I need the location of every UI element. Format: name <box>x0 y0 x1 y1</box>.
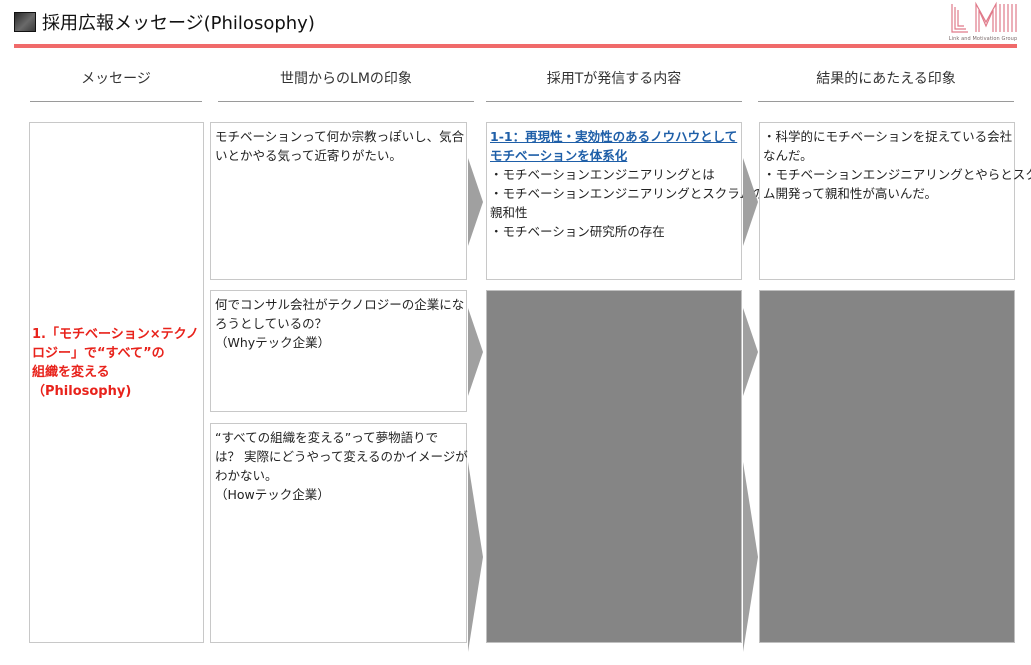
column-header-result-impression: 結果的にあたえる印象 <box>816 71 956 87</box>
logo-caption: Link and Motivation Group <box>948 36 1018 42</box>
impression-line: いとかやる気って近寄りがたい。 <box>215 148 402 163</box>
result-line: ・モチベーションエンジニアリングとやらとスクラ <box>763 167 1031 182</box>
content-heading-line[interactable]: モチベーションを体系化 <box>490 146 764 165</box>
content-placeholder <box>486 290 742 643</box>
column-header-message: メッセージ <box>81 71 151 87</box>
column-underline <box>486 101 742 102</box>
result-box-1: ・科学的にモチベーションを捉えている会社 なんだ。 ・モチベーションエンジニアリ… <box>759 122 1031 280</box>
column-header-recruit-content: 採用Tが発信する内容 <box>546 71 682 87</box>
result-placeholder <box>759 290 1015 643</box>
arrow-right-icon <box>468 158 483 246</box>
arrow-right-icon <box>468 308 483 396</box>
impression-line: （Howテック企業） <box>215 487 330 502</box>
page-title: 採用広報メッセージ(Philosophy) <box>42 13 315 34</box>
impression-line: わかない。 <box>215 468 278 483</box>
result-line: なんだ。 <box>763 148 813 163</box>
content-box-1: 1-1：再現性・実効性のあるノウハウとして モチベーションを体系化 ・モチベーシ… <box>486 122 764 280</box>
result-line: ム開発って親和性が高いんだ。 <box>763 186 938 201</box>
impression-box-2: 何でコンサル会社がテクノロジーの企業にな ろうとしているの？ （Whyテック企業… <box>210 290 467 412</box>
impression-line: “すべての組織を変える”って夢物語りで <box>215 430 439 445</box>
column-underline <box>218 101 474 102</box>
message-line: 組織を変える <box>32 365 110 380</box>
header-divider <box>14 44 1017 48</box>
arrow-right-icon <box>468 462 483 652</box>
impression-line: モチベーションって何か宗教っぽいし、気合 <box>215 129 465 144</box>
impression-box-1: モチベーションって何か宗教っぽいし、気合 いとかやる気って近寄りがたい。 <box>210 122 467 280</box>
impression-line: （Whyテック企業） <box>215 335 331 350</box>
title-bullet-icon <box>14 12 36 32</box>
arrow-right-icon <box>743 308 758 396</box>
message-text: 1.「モチベーション×テクノ ロジー」で“すべて”の 組織を変える （Philo… <box>32 325 202 401</box>
result-line: ・科学的にモチベーションを捉えている会社 <box>763 129 1013 144</box>
content-item: ・モチベーション研究所の存在 <box>490 224 665 239</box>
message-line: 1.「モチベーション×テクノ <box>32 327 199 342</box>
impression-box-3: “すべての組織を変える”って夢物語りで は？ 実際にどうやって変えるのかイメージ… <box>210 423 468 643</box>
content-item: ・モチベーションエンジニアリングとは <box>490 167 715 182</box>
content-heading-line[interactable]: 1-1：再現性・実効性のあるノウハウとして <box>490 127 764 146</box>
impression-line: ろうとしているの？ <box>215 316 328 331</box>
column-underline <box>30 101 202 102</box>
message-line: ロジー」で“すべて”の <box>32 346 165 361</box>
message-line: （Philosophy) <box>32 384 132 399</box>
content-heading-link[interactable]: 1-1：再現性・実効性のあるノウハウとして モチベーションを体系化 <box>490 127 764 165</box>
content-item: ・モチベーションエンジニアリングとスクラムの <box>490 186 765 201</box>
impression-line: 何でコンサル会社がテクノロジーの企業にな <box>215 297 465 312</box>
content-item: 親和性 <box>490 205 528 220</box>
impression-line: は？ 実際にどうやって変えるのかイメージが <box>215 449 468 464</box>
arrow-right-icon <box>743 462 758 652</box>
column-underline <box>758 101 1014 102</box>
arrow-right-icon <box>743 158 758 246</box>
column-header-public-impression: 世間からのLMの印象 <box>280 71 412 87</box>
